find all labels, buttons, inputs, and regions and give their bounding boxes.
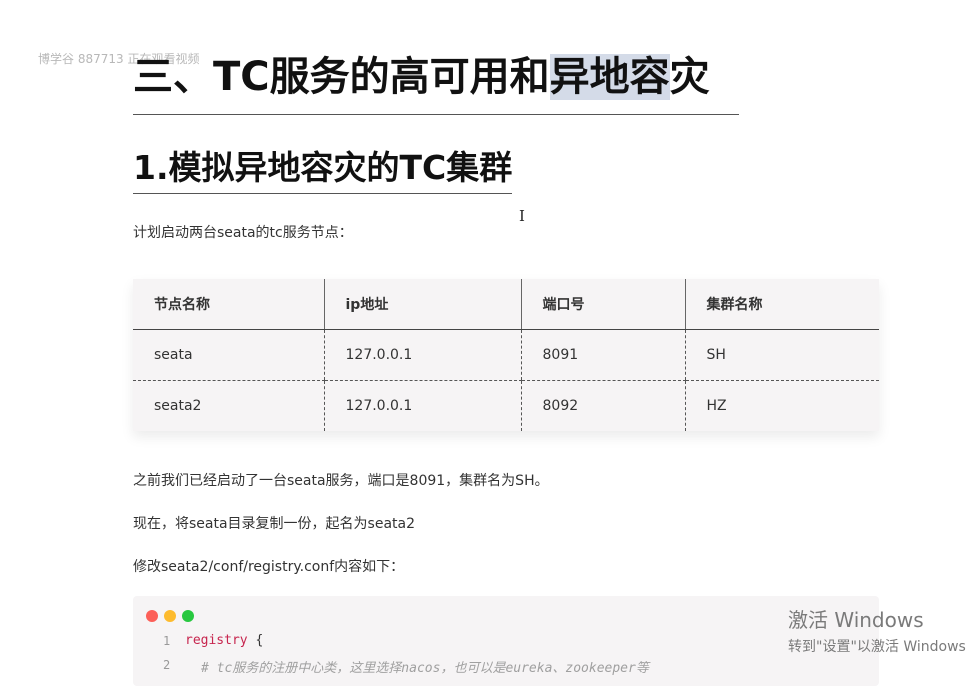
column-header: ip地址 (323, 279, 521, 330)
table-row: seata 127.0.0.1 8091 SH (133, 329, 879, 381)
window-minimize-dot-icon (164, 610, 176, 622)
code-line: registry { (185, 633, 263, 648)
table-cell: HZ (684, 380, 879, 431)
code-brace: { (247, 633, 264, 648)
table-cell: seata2 (154, 398, 202, 414)
subsection-heading: 1.模拟异地容灾的TC集群 (133, 146, 513, 194)
heading-text-start: 三、TC服务的高可用和 (133, 54, 550, 100)
copy-paragraph: 现在，将seata目录复制一份，起名为seata2 (133, 516, 416, 532)
modify-paragraph: 修改seata2/conf/registry.conf内容如下： (133, 559, 405, 575)
activation-title: 激活 Windows (788, 608, 924, 632)
column-header: 集群名称 (684, 279, 879, 330)
table-cell: 8092 (520, 380, 685, 431)
table-cell: seata (133, 329, 324, 381)
table-cell: SH (684, 329, 879, 381)
heading-text-selected: 异地容 (549, 54, 670, 100)
table-row: seata2 127.0.0.1 8092 HZ (133, 380, 879, 431)
line-number: 2 (163, 658, 171, 672)
window-close-dot-icon (146, 610, 158, 622)
intro-paragraph: 计划启动两台seata的tc服务节点： (133, 225, 353, 241)
heading-text-end: 灾 (669, 54, 710, 100)
status-paragraph: 之前我们已经启动了一台seata服务，端口是8091，集群名为SH。 (133, 473, 549, 489)
section-heading: 三、TC服务的高可用和异地容灾 (133, 50, 739, 115)
code-block: 1 registry { 2 # tc服务的注册中心类，这里选择nacos，也可… (133, 596, 879, 686)
code-keyword: registry (185, 633, 248, 648)
line-number: 1 (163, 634, 171, 648)
table-header-row: 节点名称 ip地址 端口号 集群名称 (133, 279, 879, 330)
table-cell: 127.0.0.1 (323, 329, 521, 381)
node-table: 节点名称 ip地址 端口号 集群名称 seata 127.0.0.1 8091 … (133, 279, 879, 431)
column-header: 端口号 (520, 279, 685, 330)
activation-subtitle: 转到"设置"以激活 Windows (788, 639, 966, 655)
table-cell: 8091 (520, 329, 685, 381)
windows-activation-watermark: 激活 Windows 转到"设置"以激活 Windows (788, 607, 966, 657)
window-maximize-dot-icon (182, 610, 194, 622)
column-header: 节点名称 (133, 279, 324, 330)
table-cell: 127.0.0.1 (323, 380, 521, 431)
text-cursor-icon: I (519, 207, 525, 225)
